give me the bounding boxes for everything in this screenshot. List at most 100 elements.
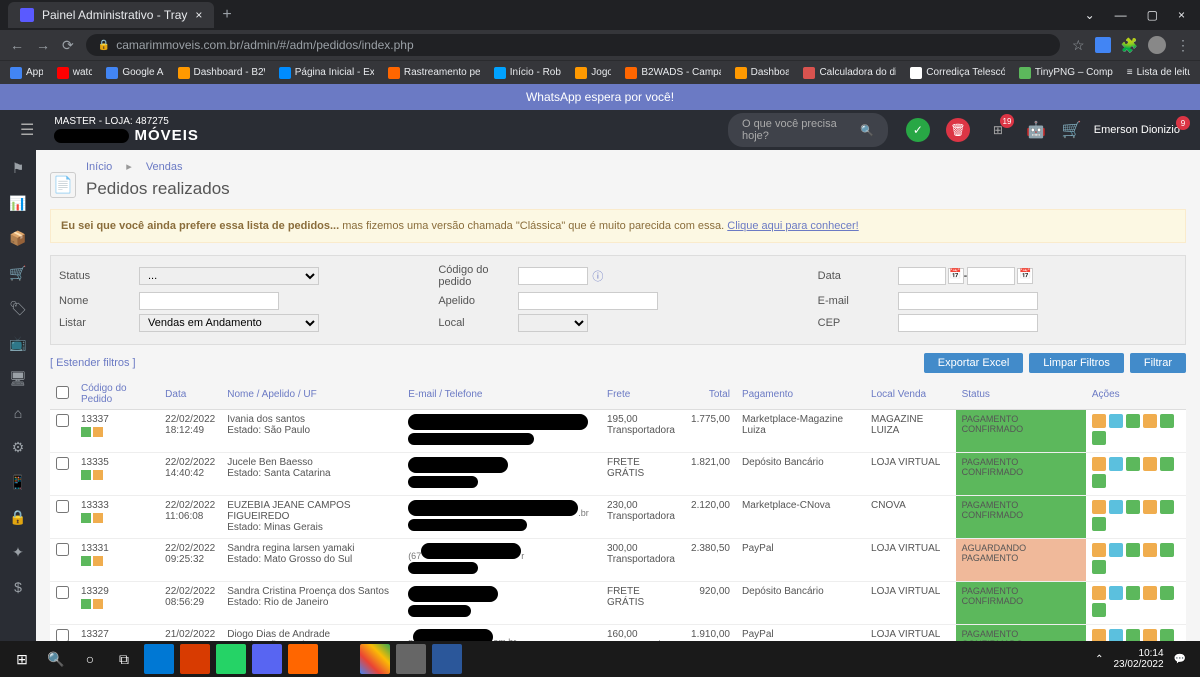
bookmark-item[interactable]: Início - Roblox <box>494 67 561 79</box>
date-to-input[interactable] <box>967 267 1015 285</box>
action-icon[interactable] <box>1092 457 1106 471</box>
notice-link[interactable]: Clique aqui para conhecer! <box>727 220 858 232</box>
action-icon[interactable] <box>1160 414 1174 428</box>
menu-icon[interactable]: ⋮ <box>1176 37 1190 54</box>
action-icon[interactable] <box>1160 457 1174 471</box>
action-icon[interactable] <box>1092 586 1106 600</box>
nome-input[interactable] <box>139 292 279 310</box>
action-icon[interactable] <box>1160 543 1174 557</box>
th-pagamento[interactable]: Pagamento <box>736 379 865 410</box>
app-icon[interactable] <box>180 644 210 674</box>
row-checkbox[interactable] <box>56 586 69 599</box>
row-checkbox[interactable] <box>56 629 69 641</box>
action-icon[interactable] <box>1092 474 1106 488</box>
bookmark-item[interactable]: TinyPNG – Compre... <box>1019 67 1113 79</box>
bookmark-item[interactable]: Corrediça Telescópi... <box>910 67 1005 79</box>
browser-tab-active[interactable]: Painel Administrativo - Tray × <box>8 2 214 28</box>
check-icon[interactable]: ✓ <box>906 118 930 142</box>
local-select[interactable] <box>518 314 588 332</box>
app-icon[interactable] <box>288 644 318 674</box>
dollar-icon[interactable]: $ <box>14 579 22 595</box>
action-icon[interactable] <box>1126 586 1140 600</box>
gear-icon[interactable]: ⚙ <box>12 439 25 456</box>
bookmark-item[interactable]: Calculadora do digi... <box>803 67 896 79</box>
bookmark-item[interactable]: Página Inicial - Expr... <box>279 67 374 79</box>
th-total[interactable]: Total <box>685 379 736 410</box>
action-icon[interactable] <box>1126 500 1140 514</box>
star-icon[interactable]: ☆ <box>1072 37 1085 54</box>
cep-input[interactable] <box>898 314 1038 332</box>
action-icon[interactable] <box>1160 629 1174 641</box>
tv-icon[interactable]: 📺 <box>9 335 26 352</box>
url-bar[interactable]: 🔒 camarimmoveis.com.br/admin/#/adm/pedid… <box>86 34 1060 56</box>
outlook-app[interactable] <box>144 644 174 674</box>
row-checkbox[interactable] <box>56 457 69 470</box>
chrome-app[interactable] <box>360 644 390 674</box>
start-button[interactable]: ⊞ <box>6 643 38 675</box>
email-input[interactable] <box>898 292 1038 310</box>
bookmark-item[interactable]: B2WADS - Campan... <box>625 67 720 79</box>
notifications-icon[interactable]: 💬 <box>1174 654 1186 665</box>
action-icon[interactable] <box>1092 543 1106 557</box>
breadcrumb-home[interactable]: Início <box>86 161 112 173</box>
action-icon[interactable] <box>1126 457 1140 471</box>
row-checkbox[interactable] <box>56 414 69 427</box>
action-icon[interactable] <box>1109 500 1123 514</box>
table-row[interactable]: 13333 22/02/202211:06:08 EUZEBIA JEANE C… <box>50 496 1186 539</box>
action-icon[interactable] <box>1143 543 1157 557</box>
action-icon[interactable] <box>1092 517 1106 531</box>
extension-icon[interactable] <box>1095 37 1111 53</box>
trash-icon[interactable]: 🗑 <box>946 118 970 142</box>
codigo-input[interactable] <box>518 267 588 285</box>
th-status[interactable]: Status <box>956 379 1086 410</box>
table-row[interactable]: 13337 22/02/202218:12:49 Ivania dos sant… <box>50 410 1186 453</box>
action-icon[interactable] <box>1143 586 1157 600</box>
calendar-icon[interactable]: 📅 <box>1017 268 1033 284</box>
cortana-icon[interactable]: ○ <box>74 643 106 675</box>
tray-icon[interactable]: ⌃ <box>1095 654 1103 665</box>
table-row[interactable]: 13335 22/02/202214:40:42 Jucele Ben Baes… <box>50 453 1186 496</box>
calendar-icon[interactable]: 📅 <box>948 268 964 284</box>
action-icon[interactable] <box>1160 500 1174 514</box>
app-icon[interactable] <box>396 644 426 674</box>
taskview-icon[interactable]: ⧉ <box>108 643 140 675</box>
action-icon[interactable] <box>1092 629 1106 641</box>
screen-icon[interactable]: 🖥 <box>9 370 27 387</box>
clear-button[interactable]: Limpar Filtros <box>1029 353 1124 373</box>
action-icon[interactable] <box>1092 431 1106 445</box>
help-icon[interactable]: ⓘ <box>592 268 603 284</box>
action-icon[interactable] <box>1160 586 1174 600</box>
action-icon[interactable] <box>1092 603 1106 617</box>
close-tab-icon[interactable]: × <box>195 8 202 22</box>
profile-avatar[interactable] <box>1148 36 1166 54</box>
action-icon[interactable] <box>1143 414 1157 428</box>
apelido-input[interactable] <box>518 292 658 310</box>
table-row[interactable]: 13327 21/02/202220:28:18 Diogo Dias de A… <box>50 625 1186 642</box>
action-icon[interactable] <box>1143 629 1157 641</box>
row-checkbox[interactable] <box>56 543 69 556</box>
extend-filters-link[interactable]: [ Estender filtros ] <box>50 357 136 369</box>
th-codigo[interactable]: Código do Pedido <box>75 379 159 410</box>
th-local[interactable]: Local Venda <box>865 379 956 410</box>
listar-select[interactable]: Vendas em Andamento <box>139 314 319 332</box>
puzzle-icon[interactable]: 🧩 <box>1121 37 1138 54</box>
box-icon[interactable]: 📦 <box>9 230 26 247</box>
action-icon[interactable] <box>1109 543 1123 557</box>
flag-icon[interactable]: ⚑ <box>12 160 25 177</box>
action-icon[interactable] <box>1109 586 1123 600</box>
th-data[interactable]: Data <box>159 379 221 410</box>
action-icon[interactable] <box>1126 629 1140 641</box>
search-input[interactable]: O que você precisa hoje? 🔍 <box>728 113 888 147</box>
word-app[interactable] <box>432 644 462 674</box>
th-email[interactable]: E-mail / Telefone <box>402 379 601 410</box>
action-icon[interactable] <box>1143 500 1157 514</box>
close-window-icon[interactable]: × <box>1178 8 1185 22</box>
maximize-icon[interactable]: ▢ <box>1147 8 1158 22</box>
action-icon[interactable] <box>1092 414 1106 428</box>
announcement-banner[interactable]: WhatsApp espera por você! <box>0 84 1200 110</box>
breadcrumb-section[interactable]: Vendas <box>146 161 183 173</box>
whatsapp-app[interactable] <box>216 644 246 674</box>
action-icon[interactable] <box>1126 414 1140 428</box>
action-icon[interactable] <box>1109 457 1123 471</box>
action-icon[interactable] <box>1092 560 1106 574</box>
